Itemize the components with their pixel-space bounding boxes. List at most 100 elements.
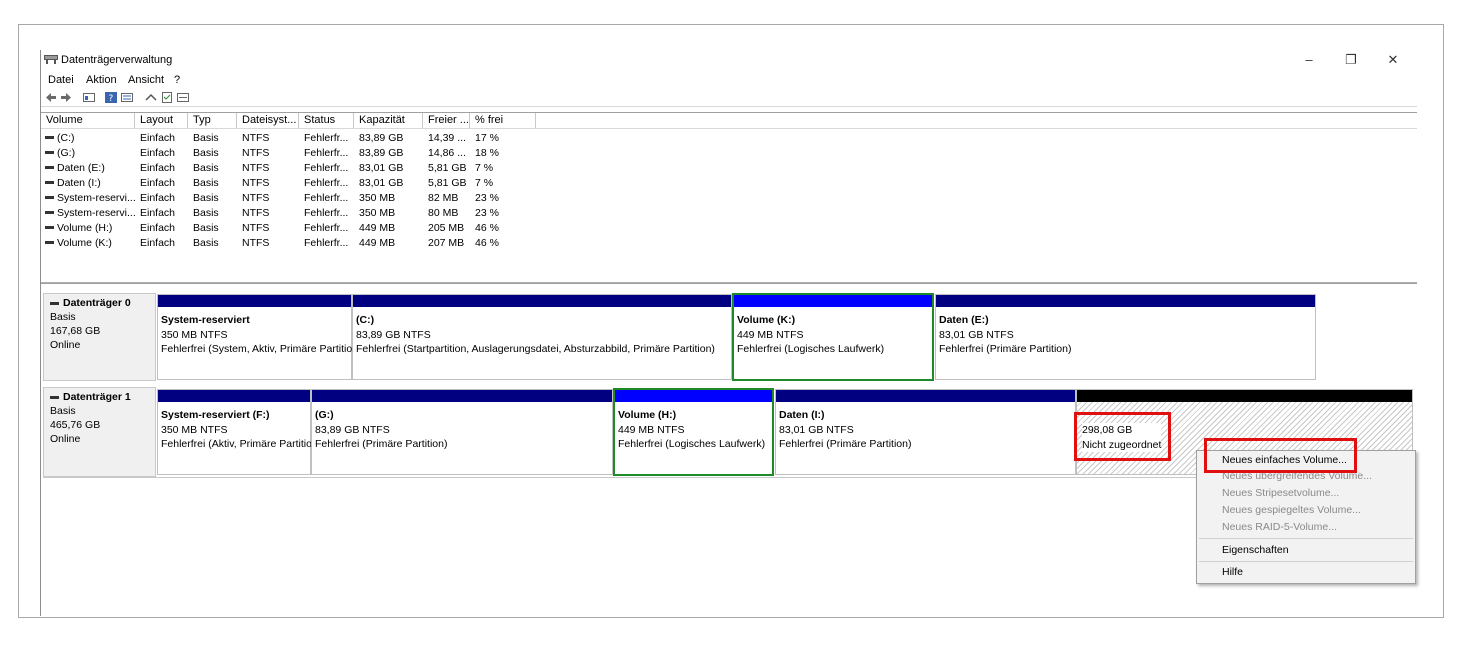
partition-e[interactable]: Daten (E:) 83,01 GB NTFS Fehlerfrei (Primä… bbox=[935, 294, 1316, 380]
table-cell: NTFS bbox=[242, 237, 270, 249]
disk-1-label[interactable]: Datenträger 1 Basis 465,76 GB Online bbox=[43, 387, 156, 477]
disk-management-app-icon bbox=[44, 55, 58, 64]
connect-disk-icon[interactable] bbox=[145, 92, 157, 103]
table-cell: Fehlerfr... bbox=[304, 132, 349, 144]
table-row[interactable]: (G:) Einfach Basis NTFS Fehlerfr... 83,89 GB 1… bbox=[41, 146, 581, 161]
disk-0-state: Online bbox=[50, 339, 81, 351]
menu-ansicht[interactable]: Ansicht bbox=[128, 74, 164, 86]
table-cell: Einfach bbox=[140, 162, 176, 174]
table-cell: NTFS bbox=[242, 132, 270, 144]
partition-size: 83,01 GB NTFS bbox=[939, 328, 1014, 341]
table-cell: 82 MB bbox=[428, 192, 459, 204]
column-header-volume[interactable]: Volume bbox=[41, 113, 135, 128]
table-cell: 18 % bbox=[475, 147, 499, 159]
table-cell: Volume (K:) bbox=[41, 236, 112, 251]
volume-name: System-reservi... bbox=[57, 207, 136, 219]
menu-item-new-mirrored-volume[interactable]: Neues gespiegeltes Volume... bbox=[1222, 504, 1361, 516]
table-cell: Einfach bbox=[140, 237, 176, 249]
disk-1-name: Datenträger 1 bbox=[63, 391, 131, 403]
table-row[interactable]: Volume (K:) Einfach Basis NTFS Fehlerfr... 44… bbox=[41, 236, 581, 251]
menu-item-new-raid5-volume[interactable]: Neues RAID-5-Volume... bbox=[1222, 521, 1337, 533]
close-button[interactable]: ✕ bbox=[1383, 52, 1403, 68]
table-cell: Daten (E:) bbox=[41, 161, 105, 176]
table-cell: Fehlerfr... bbox=[304, 237, 349, 249]
partition-f[interactable]: System-reserviert (F:) 350 MB NTFS Fehlerf… bbox=[157, 389, 321, 475]
disk-0-label[interactable]: Datenträger 0 Basis 167,68 GB Online bbox=[43, 293, 156, 381]
table-cell: 46 % bbox=[475, 237, 499, 249]
partition-name: Volume (K:) bbox=[737, 314, 796, 326]
table-cell: NTFS bbox=[242, 177, 270, 189]
volume-icon bbox=[45, 195, 54, 199]
help-icon[interactable]: ? bbox=[105, 92, 117, 103]
disk-0-name: Datenträger 0 bbox=[63, 297, 131, 309]
table-cell: Fehlerfr... bbox=[304, 207, 349, 219]
column-header-dateisystem[interactable]: Dateisyst... bbox=[237, 113, 299, 128]
partition-name: System-reserviert (F:) bbox=[161, 409, 270, 421]
column-header-prozent-frei[interactable]: % frei bbox=[470, 113, 536, 128]
partition-system-reserved-disk0[interactable]: System-reserviert 350 MB NTFS Fehlerfrei (… bbox=[157, 294, 362, 380]
volume-name: System-reservi... bbox=[57, 192, 136, 204]
menu-aktion[interactable]: Aktion bbox=[86, 74, 117, 86]
table-row[interactable]: System-reservi... Einfach Basis NTFS Fehlerf… bbox=[41, 191, 581, 206]
menu-separator bbox=[1199, 538, 1413, 539]
menu-datei[interactable]: Datei bbox=[48, 74, 74, 86]
partition-size: 83,01 GB NTFS bbox=[779, 423, 854, 436]
partition-status: Fehlerfrei (System, Aktiv, Primäre Parti… bbox=[161, 343, 362, 355]
table-cell: 7 % bbox=[475, 177, 494, 189]
minimize-button[interactable]: – bbox=[1299, 52, 1319, 68]
table-row[interactable]: Daten (E:) Einfach Basis NTFS Fehlerfr... 83,… bbox=[41, 161, 581, 176]
table-cell: Fehlerfr... bbox=[304, 147, 349, 159]
volume-icon bbox=[45, 240, 54, 244]
table-row[interactable]: Daten (I:) Einfach Basis NTFS Fehlerfr... 83,… bbox=[41, 176, 581, 191]
partition-c[interactable]: (C:) 83,89 GB NTFS Fehlerfrei (Startpartit… bbox=[352, 294, 732, 380]
menu-item-help[interactable]: Hilfe bbox=[1222, 566, 1243, 578]
menu-item-properties[interactable]: Eigenschaften bbox=[1222, 544, 1289, 556]
column-header-typ[interactable]: Typ bbox=[188, 113, 237, 128]
table-cell: NTFS bbox=[242, 147, 270, 159]
menu-help[interactable]: ? bbox=[174, 74, 180, 86]
console-tree-icon[interactable] bbox=[83, 92, 95, 103]
properties-icon[interactable] bbox=[177, 92, 189, 103]
table-cell: Fehlerfr... bbox=[304, 222, 349, 234]
table-cell: Einfach bbox=[140, 177, 176, 189]
partition-size: 83,89 GB NTFS bbox=[356, 328, 431, 341]
column-header-kapazitaet[interactable]: Kapazität bbox=[354, 113, 423, 128]
table-cell: Fehlerfr... bbox=[304, 177, 349, 189]
table-row[interactable]: (C:) Einfach Basis NTFS Fehlerfr... 83,89 GB 1… bbox=[41, 131, 581, 146]
partition-status: Fehlerfrei (Startpartition, Auslagerungs… bbox=[356, 343, 715, 355]
table-row[interactable]: Volume (H:) Einfach Basis NTFS Fehlerfr... 44… bbox=[41, 221, 581, 236]
table-cell: Basis bbox=[193, 147, 219, 159]
table-cell: Einfach bbox=[140, 207, 176, 219]
partition-k[interactable]: Volume (K:) 449 MB NTFS Fehlerfrei (Logisc… bbox=[732, 293, 934, 381]
column-header-status[interactable]: Status bbox=[299, 113, 354, 128]
volume-name: Volume (H:) bbox=[57, 222, 113, 234]
table-cell: NTFS bbox=[242, 207, 270, 219]
table-cell: Basis bbox=[193, 162, 219, 174]
forward-arrow-icon[interactable] bbox=[60, 92, 72, 103]
checklist-icon[interactable] bbox=[161, 92, 173, 103]
volume-name: (C:) bbox=[57, 132, 75, 144]
disk-icon bbox=[50, 301, 59, 305]
disk-1-type: Basis bbox=[50, 405, 76, 417]
partition-g[interactable]: (G:) 83,89 GB NTFS Fehlerfrei (Primäre Par… bbox=[311, 389, 613, 475]
partition-status: Fehlerfrei (Logisches Laufwerk) bbox=[737, 343, 885, 355]
column-header-layout[interactable]: Layout bbox=[135, 113, 188, 128]
menu-item-new-striped-volume[interactable]: Neues Stripesetvolume... bbox=[1222, 487, 1339, 499]
toolbar: ? bbox=[41, 90, 1417, 107]
maximize-button[interactable]: ❐ bbox=[1341, 52, 1361, 68]
table-cell: System-reservi... bbox=[41, 206, 136, 221]
table-cell: 14,86 ... bbox=[428, 147, 466, 159]
column-header-freier[interactable]: Freier ... bbox=[423, 113, 470, 128]
new-simple-volume-highlight-box bbox=[1204, 438, 1357, 473]
table-row[interactable]: System-reservi... Einfach Basis NTFS Fehlerf… bbox=[41, 206, 581, 221]
partition-i[interactable]: Daten (I:) 83,01 GB NTFS Fehlerfrei (Primä… bbox=[775, 389, 1076, 475]
partition-h[interactable]: Volume (H:) 449 MB NTFS Fehlerfrei (Logisc… bbox=[613, 388, 774, 476]
title-bar: Datenträgerverwaltung – ❐ ✕ bbox=[41, 50, 1417, 70]
details-view-icon[interactable] bbox=[121, 92, 133, 103]
pane-divider[interactable] bbox=[41, 282, 1417, 283]
volume-name: Daten (E:) bbox=[57, 162, 105, 174]
back-arrow-icon[interactable] bbox=[45, 92, 57, 103]
partition-name: Daten (I:) bbox=[779, 409, 825, 421]
table-cell: 23 % bbox=[475, 207, 499, 219]
table-cell: System-reservi... bbox=[41, 191, 136, 206]
